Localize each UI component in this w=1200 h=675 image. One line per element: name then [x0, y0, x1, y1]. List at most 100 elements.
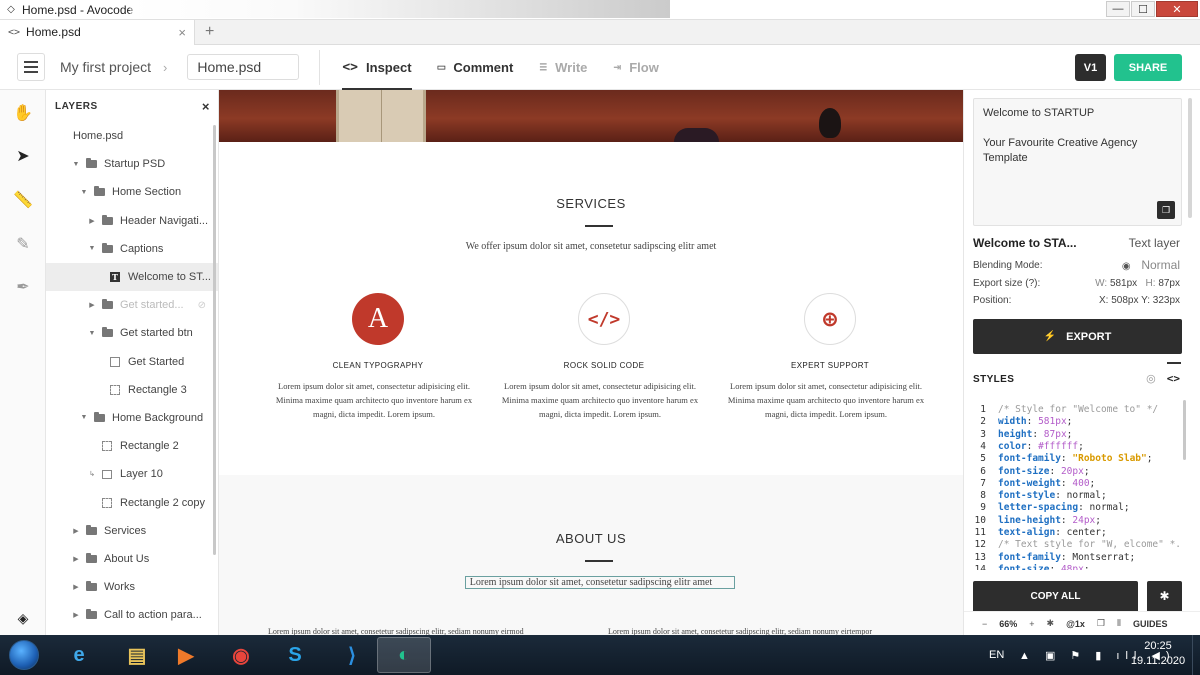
copy-icon[interactable]: ❐	[1097, 618, 1105, 629]
inspector-scrollbar[interactable]	[1188, 98, 1192, 218]
caret-down-icon[interactable]: ▼	[87, 330, 97, 337]
skype-app[interactable]: S	[268, 637, 322, 673]
layer-text-preview[interactable]: Welcome to STARTUP Your Favourite Creati…	[973, 98, 1182, 226]
media-app[interactable]: ▶	[159, 637, 213, 673]
pen-tool-icon[interactable]: ✒	[12, 276, 34, 298]
export-button[interactable]: ⚡ EXPORT	[973, 319, 1182, 354]
rectangle-icon	[102, 497, 112, 508]
layers-scrollbar[interactable]	[213, 125, 216, 555]
eyedropper-tool-icon[interactable]: ✎	[12, 233, 34, 255]
mode-comment[interactable]: ▭ Comment	[438, 45, 514, 90]
indent-icon[interactable]: ↳	[87, 470, 97, 478]
code-token: : normal;	[1078, 502, 1130, 514]
code-scrollbar[interactable]	[1183, 400, 1186, 460]
css-code-block[interactable]: 1/* Style for "Welcome to" */2 width: 581…	[964, 400, 1188, 570]
layer-item[interactable]: ▶ Get started... ⊘	[46, 291, 218, 319]
close-window-button[interactable]: ✕	[1156, 1, 1198, 17]
menu-button[interactable]	[17, 53, 45, 81]
about-column-text: Lorem ipsum dolor sit amet, consetetur s…	[268, 627, 524, 635]
caret-down-icon[interactable]: ▼	[79, 414, 89, 421]
layer-item[interactable]: ▶ Header Navigati...	[46, 207, 218, 235]
select-tool-icon[interactable]: ➤	[12, 145, 34, 167]
tab-close-icon[interactable]: ×	[178, 25, 186, 40]
hidden-layer-icon[interactable]: ⊘	[198, 300, 206, 311]
layer-item[interactable]: Rectangle 3	[46, 376, 218, 404]
vscode-app[interactable]: ⟩	[325, 637, 379, 673]
design-canvas[interactable]: SERVICES We offer ipsum dolor sit amet, …	[219, 90, 963, 635]
close-icon[interactable]: ×	[202, 99, 210, 114]
settings-gear-icon[interactable]: ✱	[1147, 581, 1182, 611]
layer-item[interactable]: Rectangle 2	[46, 432, 218, 460]
about-column-text: Lorem ipsum dolor sit amet, consetetur s…	[608, 627, 873, 635]
layer-type-icon	[85, 158, 97, 169]
caret-down-icon[interactable]: ▼	[87, 245, 97, 252]
mode-inspect[interactable]: <> Inspect	[342, 45, 412, 90]
services-title-rule	[585, 225, 613, 227]
caret-right-icon[interactable]: ▶	[87, 217, 97, 225]
mode-write[interactable]: ≡ Write	[539, 45, 587, 90]
caret-right-icon[interactable]: ▶	[71, 583, 81, 591]
zoom-bar: − 66% + ✱ @1x ❐ ⦀ GUIDES	[964, 611, 1200, 635]
code-view-icon[interactable]: <>	[1167, 372, 1180, 385]
new-tab-button[interactable]: +	[205, 23, 214, 41]
share-button[interactable]: SHARE	[1114, 54, 1182, 81]
layer-item[interactable]: ▼ Home Section	[46, 178, 218, 206]
chrome-app[interactable]: ◉	[214, 637, 268, 673]
line-number: 12	[974, 539, 986, 551]
caret-down-icon[interactable]: ▼	[71, 161, 81, 168]
mode-flow[interactable]: ⇥ Flow	[613, 45, 658, 90]
breadcrumb-project[interactable]: My first project	[60, 59, 151, 75]
code-line: line-height: 24px;	[998, 515, 1101, 527]
eye-icon[interactable]: ◉	[1122, 261, 1131, 272]
scale-selector[interactable]: @1x	[1066, 619, 1085, 629]
file-name-field[interactable]: Home.psd	[187, 54, 300, 80]
gear-icon[interactable]: ✱	[1047, 618, 1055, 629]
ruler-tool-icon[interactable]: 📏	[12, 189, 34, 211]
clock[interactable]: 20:25 19.11.2020	[1130, 639, 1186, 669]
layer-item[interactable]: Get Started	[46, 348, 218, 376]
explorer-app[interactable]: ▤	[110, 637, 164, 673]
caret-right-icon[interactable]: ▶	[87, 301, 97, 309]
layer-item[interactable]: Rectangle 2 copy	[46, 488, 218, 516]
caret-right-icon[interactable]: ▶	[71, 555, 81, 563]
blending-mode-value[interactable]: ◉ Normal	[1122, 258, 1180, 272]
layer-item[interactable]: Home.psd	[46, 122, 218, 150]
layer-item[interactable]: ▼ Captions	[46, 235, 218, 263]
zoom-in-button[interactable]: +	[1029, 619, 1034, 629]
service-name: CLEAN TYPOGRAPHY	[332, 361, 424, 370]
inspector-panel: Welcome to STARTUP Your Favourite Creati…	[963, 90, 1200, 635]
layer-item[interactable]: ▼ Get started btn	[46, 319, 218, 347]
version-button[interactable]: V1	[1075, 54, 1106, 81]
layer-item[interactable]: ↳ Layer 10	[46, 460, 218, 488]
layer-item[interactable]: ▶ Call to action para...	[46, 601, 218, 629]
guides-toggle[interactable]: GUIDES	[1133, 619, 1168, 629]
layer-item[interactable]: ▶ Works	[46, 573, 218, 601]
hand-tool-icon[interactable]: ✋	[12, 102, 34, 124]
zoom-out-button[interactable]: −	[982, 619, 987, 629]
services-subtitle: We offer ipsum dolor sit amet, consetetu…	[465, 241, 717, 252]
caret-right-icon[interactable]: ▶	[71, 611, 81, 619]
minimize-button[interactable]: —	[1106, 1, 1130, 17]
maximize-button[interactable]: ☐	[1131, 1, 1155, 17]
copy-all-button[interactable]: COPY ALL	[973, 581, 1138, 611]
hero-bird	[819, 108, 841, 138]
copy-icon[interactable]: ❐	[1157, 201, 1175, 219]
layer-item[interactable]: ▼ Home Background	[46, 404, 218, 432]
zoom-level[interactable]: 66%	[999, 619, 1017, 629]
start-button[interactable]	[0, 635, 48, 675]
caret-right-icon[interactable]: ▶	[71, 527, 81, 535]
layer-item[interactable]: ▶ About Us	[46, 545, 218, 573]
caret-down-icon[interactable]: ▼	[79, 189, 89, 196]
code-token: font-family	[998, 453, 1061, 465]
avocode-app[interactable]: ◐	[377, 637, 431, 673]
code-token: :	[1049, 465, 1061, 477]
show-desktop-button[interactable]	[1192, 635, 1200, 675]
layer-item[interactable]: ▶ Services	[46, 517, 218, 545]
ie-app[interactable]: e	[52, 637, 106, 673]
eye-icon[interactable]: ◎	[1146, 373, 1156, 385]
language-indicator[interactable]: EN	[989, 649, 1004, 661]
layer-item[interactable]: ▼ Startup PSD	[46, 150, 218, 178]
tab-home-psd[interactable]: <> Home.psd ×	[0, 19, 195, 45]
layer-item[interactable]: T Welcome to ST...	[46, 262, 218, 292]
layers-toggle-icon[interactable]: ◈	[12, 608, 34, 628]
